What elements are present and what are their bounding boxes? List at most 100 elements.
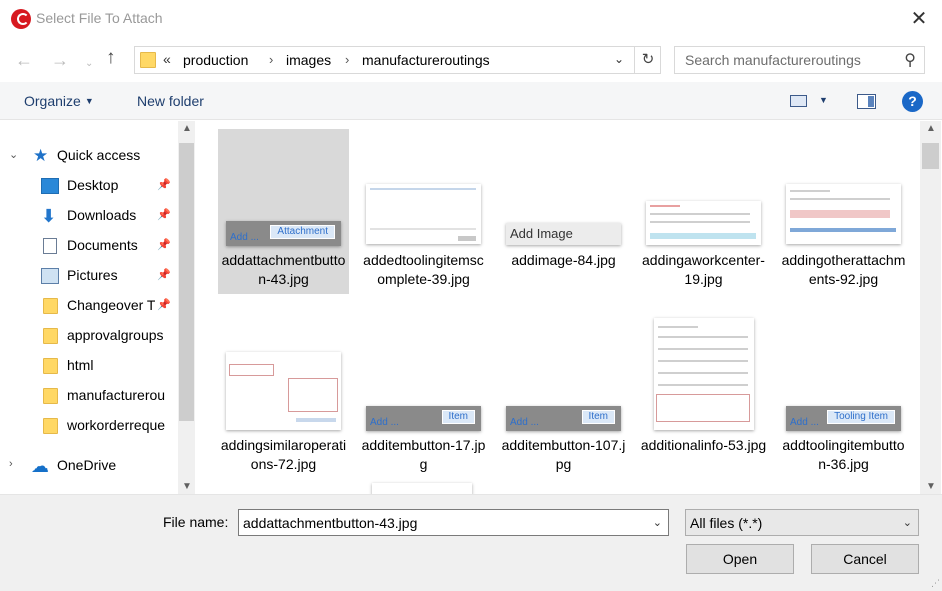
documents-icon	[43, 238, 57, 254]
scrollbar-thumb[interactable]	[179, 143, 194, 421]
thumbnail-text: Add ...	[370, 417, 399, 428]
cancel-button[interactable]: Cancel	[811, 544, 919, 574]
pin-icon: 📌	[157, 239, 171, 251]
back-arrow-icon[interactable]: ←	[15, 50, 33, 70]
sidebar-item-label: OneDrive	[57, 457, 117, 473]
navigation-pane: ⌄ ★ Quick access Desktop 📌 ⬇ Downloads 📌…	[0, 121, 196, 494]
sidebar-item-quick-access[interactable]: ⌄ ★ Quick access	[0, 141, 178, 171]
view-options-caret-icon[interactable]: ▼	[819, 95, 828, 105]
close-icon[interactable]: ✕	[904, 4, 934, 34]
search-input[interactable]: Search manufactureroutings	[685, 52, 861, 68]
sidebar-item-desktop[interactable]: Desktop 📌	[0, 171, 178, 201]
scroll-up-icon[interactable]: ▲	[926, 123, 936, 134]
expand-chevron-icon[interactable]: ⌄	[9, 148, 18, 161]
scroll-down-icon[interactable]: ▼	[926, 481, 936, 492]
up-arrow-icon[interactable]: ↑	[106, 48, 116, 68]
folder-icon	[43, 298, 58, 314]
thumbnail-text: Attachment	[270, 225, 335, 239]
recent-locations-chevron-icon[interactable]: ⌄	[85, 54, 93, 74]
breadcrumb-production[interactable]: production	[183, 52, 248, 68]
refresh-icon[interactable]: ↻	[634, 47, 661, 73]
image-thumbnail	[226, 352, 341, 430]
file-item-addingaworkcenter[interactable]: addingaworkcenter-19.jpg	[638, 129, 769, 294]
search-icon[interactable]: ⚲	[904, 50, 916, 70]
breadcrumb-images[interactable]: images	[286, 52, 331, 68]
thumbnail-text: Item	[581, 410, 615, 424]
file-list-scrollbar[interactable]: ▲ ▼	[920, 121, 941, 494]
sidebar-item-approvalgroups[interactable]: approvalgroups	[0, 321, 178, 351]
organize-button[interactable]: Organize ▼	[24, 93, 94, 109]
open-button[interactable]: Open	[686, 544, 794, 574]
file-item-additembutton-17[interactable]: Add ... Item additembutton-17.jpg	[358, 314, 489, 479]
thumbnail-text: Add ...	[230, 232, 259, 243]
change-view-icon[interactable]	[790, 95, 807, 107]
desktop-icon	[41, 178, 59, 194]
file-type-value: All files (*.*)	[690, 515, 763, 531]
thumbnail-text: Tooling Item	[827, 410, 895, 424]
address-dropdown-icon[interactable]: ⌄	[614, 52, 624, 66]
image-thumbnail	[786, 184, 901, 244]
sidebar-scrollbar[interactable]: ▲ ▼	[178, 121, 195, 494]
organize-label: Organize	[24, 93, 81, 109]
file-item-additembutton-107[interactable]: Add ... Item additembutton-107.jpg	[498, 314, 629, 479]
sidebar-item-label: workorderreque	[67, 417, 166, 433]
file-name: addtoolingitembutton-36.jpg	[782, 437, 905, 472]
file-type-select[interactable]: All files (*.*) ⌄	[685, 509, 919, 536]
new-folder-button[interactable]: New folder	[137, 93, 204, 109]
file-item-addtoolingitembutton[interactable]: Add ... Tooling Item addtoolingitembutto…	[778, 314, 909, 479]
pin-icon: 📌	[157, 209, 171, 221]
file-item-addimage[interactable]: Add Image addimage-84.jpg	[498, 129, 629, 294]
image-thumbnail: Add ... Item	[366, 406, 481, 431]
scrollbar-thumb[interactable]	[922, 143, 939, 169]
file-item-addingsimilaroperations[interactable]: addingsimilaroperations-72.jpg	[218, 314, 349, 479]
folder-icon	[43, 328, 58, 344]
file-type-dropdown-icon[interactable]: ⌄	[903, 516, 912, 529]
resize-grip-icon[interactable]: ⋰	[931, 578, 940, 589]
file-item-addattachmentbutton[interactable]: Add ... Attachment addattachmentbutton-4…	[218, 129, 349, 294]
breadcrumb-separator-icon[interactable]: ›	[345, 52, 349, 67]
file-name-dropdown-icon[interactable]: ⌄	[653, 516, 662, 529]
breadcrumb-overflow-icon[interactable]: «	[163, 51, 171, 67]
file-item-additionalinfo[interactable]: additionalinfo-53.jpg	[638, 314, 769, 479]
window-title: Select File To Attach	[36, 10, 163, 26]
file-name: addattachmentbutton-43.jpg	[221, 252, 346, 287]
star-icon: ★	[33, 146, 49, 165]
breadcrumb-separator-icon[interactable]: ›	[269, 52, 273, 67]
file-name-field[interactable]: addattachmentbutton-43.jpg ⌄	[238, 509, 669, 536]
breadcrumb-manufactureroutings[interactable]: manufactureroutings	[362, 52, 490, 68]
thumbnail-text: Item	[441, 410, 475, 424]
sidebar-item-pictures[interactable]: Pictures 📌	[0, 261, 178, 291]
forward-arrow-icon[interactable]: →	[51, 50, 69, 70]
preview-pane-icon[interactable]	[857, 94, 876, 109]
image-thumbnail	[654, 318, 754, 430]
sidebar-item-onedrive[interactable]: › ☁ OneDrive	[0, 451, 178, 481]
scroll-up-icon[interactable]: ▲	[182, 123, 192, 134]
file-name: addingaworkcenter-19.jpg	[642, 252, 765, 287]
pin-icon: 📌	[157, 179, 171, 191]
sidebar-item-label: approvalgroups	[67, 327, 164, 343]
sidebar-item-workorderrequests[interactable]: workorderreque	[0, 411, 178, 441]
sidebar-item-documents[interactable]: Documents 📌	[0, 231, 178, 261]
sidebar-item-html[interactable]: html	[0, 351, 178, 381]
sidebar-item-downloads[interactable]: ⬇ Downloads 📌	[0, 201, 178, 231]
sidebar-item-label: Pictures	[67, 267, 118, 283]
collapsed-chevron-icon[interactable]: ›	[9, 458, 13, 470]
file-item-addingotherattachments[interactable]: addingotherattachments-92.jpg	[778, 129, 909, 294]
sidebar-item-manufactureroutings[interactable]: manufacturerou	[0, 381, 178, 411]
file-name-value[interactable]: addattachmentbutton-43.jpg	[243, 515, 417, 531]
title-bar: Select File To Attach ✕	[0, 0, 942, 38]
folder-icon	[43, 418, 58, 434]
pin-icon: 📌	[157, 299, 171, 311]
sidebar-item-label: Quick access	[57, 147, 141, 163]
search-box[interactable]: Search manufactureroutings ⚲	[674, 46, 925, 74]
file-item-addedtoolingitemscomplete[interactable]: addedtoolingitemscomplete-39.jpg	[358, 129, 489, 294]
navigation-bar: ← → ⌄ ↑ « production › images › manufact…	[0, 38, 942, 82]
sidebar-item-changeover[interactable]: Changeover T 📌	[0, 291, 178, 321]
help-icon[interactable]: ?	[902, 91, 923, 112]
thumbnail-text: Add ...	[510, 417, 539, 428]
address-bar[interactable]: « production › images › manufacturerouti…	[134, 46, 661, 74]
sidebar-item-label: Downloads	[67, 207, 137, 223]
file-name: additionalinfo-53.jpg	[640, 437, 767, 453]
scroll-down-icon[interactable]: ▼	[182, 481, 192, 492]
image-thumbnail: Add ... Tooling Item	[786, 406, 901, 431]
